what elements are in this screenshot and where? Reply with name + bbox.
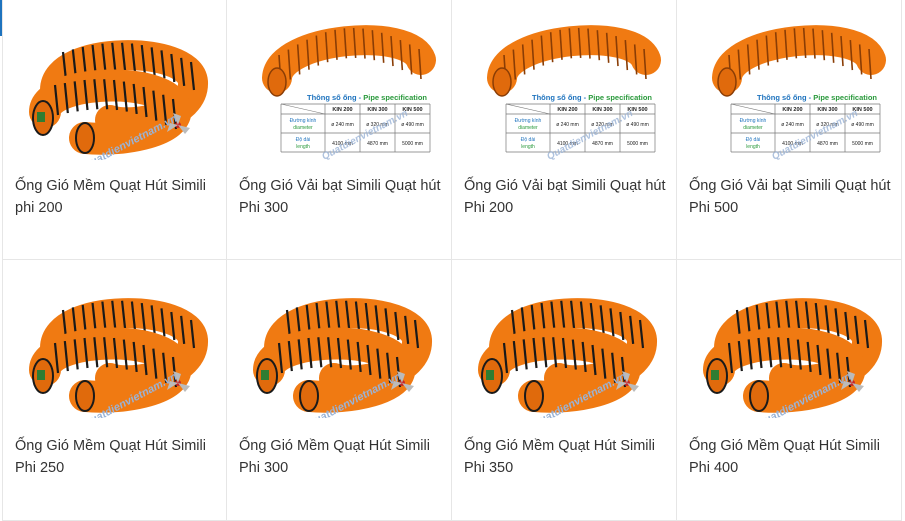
duct-illustration: [253, 298, 432, 413]
spec-title-vi: Thông số ống: [532, 93, 582, 102]
product-image[interactable]: Quatdienvietnam.vn: [239, 278, 439, 418]
product-card[interactable]: Thông số ống - Pipe specification KIN 200…: [677, 0, 902, 260]
product-card[interactable]: Quatdienvietnam.vn Ống Gió Mềm Quạt Hút S…: [677, 260, 902, 521]
spec-cell: ø 240 mm: [331, 122, 354, 128]
spec-title-en: Pipe specification: [363, 93, 427, 102]
spec-cell: 5000 mm: [852, 141, 873, 147]
spec-header: KIN 200: [332, 107, 352, 113]
spec-row-label-en: length: [521, 144, 535, 150]
duct-illustration: [487, 25, 661, 97]
product-name-link[interactable]: Ống Gió Vải bạt Simili Quạt hút Phi 200: [464, 175, 669, 219]
svg-text:Thông số ống - Pipe specificat: Thông số ống - Pipe specification: [307, 93, 427, 102]
product-card[interactable]: Quatdienvietnam.vn Ống Gió Mềm Quạt Hút S…: [2, 0, 227, 260]
spec-header: KIN 300: [592, 107, 612, 113]
product-name-link[interactable]: Ống Gió Mềm Quạt Hút Simili Phi 350: [464, 435, 669, 479]
product-image[interactable]: Thông số ống - Pipe specification KIN 200…: [689, 20, 889, 160]
product-name-link[interactable]: Ống Gió Mềm Quạt Hút Simili phi 200: [15, 175, 220, 219]
spec-cell: 5000 mm: [402, 141, 423, 147]
spec-row-label-vi: Độ dài: [746, 137, 760, 143]
product-card[interactable]: Thông số ống - Pipe specification KIN 200…: [452, 0, 677, 260]
duct-illustration: [29, 40, 208, 155]
spec-title-en: Pipe specification: [588, 93, 652, 102]
spec-header: KIN 300: [367, 107, 387, 113]
spec-cell: ø 490 mm: [626, 122, 649, 128]
duct-illustration: [262, 25, 436, 97]
product-name-link[interactable]: Ống Gió Vải bạt Simili Quạt hút Phi 300: [239, 175, 444, 219]
product-card[interactable]: Quatdienvietnam.vn Ống Gió Mềm Quạt Hút S…: [452, 260, 677, 521]
product-image[interactable]: Thông số ống - Pipe specification KIN 200…: [464, 20, 664, 160]
spec-row-label-en: diameter: [743, 125, 763, 131]
product-card[interactable]: Quatdienvietnam.vn Ống Gió Mềm Quạt Hút S…: [2, 260, 227, 521]
spec-row-label-vi: Đường kính: [740, 118, 767, 124]
spec-cell: 5000 mm: [627, 141, 648, 147]
spec-cell: ø 490 mm: [401, 122, 424, 128]
product-image[interactable]: Quatdienvietnam.vn: [464, 278, 664, 418]
product-image[interactable]: Quatdienvietnam.vn: [15, 278, 215, 418]
spec-header: KIN 200: [557, 107, 577, 113]
spec-cell: ø 240 mm: [781, 122, 804, 128]
spec-row-label-en: diameter: [518, 125, 538, 131]
spec-title-vi: Thông số ống: [757, 93, 807, 102]
svg-text:Thông số ống - Pipe specificat: Thông số ống - Pipe specification: [757, 93, 877, 102]
product-card[interactable]: Thông số ống - Pipe specification KIN 200…: [227, 0, 452, 260]
spec-cell: 4870 mm: [367, 141, 388, 147]
spec-cell: ø 240 mm: [556, 122, 579, 128]
product-image[interactable]: Quatdienvietnam.vn: [15, 20, 215, 160]
spec-row-label-vi: Đường kính: [290, 118, 317, 124]
duct-illustration: [29, 298, 208, 413]
spec-header: KIN 200: [782, 107, 802, 113]
spec-header: KIN 300: [817, 107, 837, 113]
spec-cell: 4870 mm: [592, 141, 613, 147]
product-name-link[interactable]: Ống Gió Mềm Quạt Hút Simili Phi 250: [15, 435, 220, 479]
product-name-link[interactable]: Ống Gió Vải bạt Simili Quạt hút Phi 500: [689, 175, 894, 219]
spec-row-label-en: length: [296, 144, 310, 150]
duct-illustration: [703, 298, 882, 413]
spec-row-label-en: diameter: [293, 125, 313, 131]
spec-title-vi: Thông số ống: [307, 93, 357, 102]
product-grid: Quatdienvietnam.vn Ống Gió Mềm Quạt Hút S…: [2, 0, 902, 521]
product-name-link[interactable]: Ống Gió Mềm Quạt Hút Simili Phi 300: [239, 435, 444, 479]
spec-row-label-vi: Đường kính: [515, 118, 542, 124]
spec-row-label-vi: Độ dài: [296, 137, 310, 143]
product-name-link[interactable]: Ống Gió Mềm Quạt Hút Simili Phi 400: [689, 435, 894, 479]
product-card[interactable]: Quatdienvietnam.vn Ống Gió Mềm Quạt Hút S…: [227, 260, 452, 521]
spec-title-en: Pipe specification: [813, 93, 877, 102]
spec-cell: ø 490 mm: [851, 122, 874, 128]
spec-row-label-vi: Độ dài: [521, 137, 535, 143]
duct-illustration: [478, 298, 657, 413]
spec-row-label-en: length: [746, 144, 760, 150]
product-image[interactable]: Quatdienvietnam.vn: [689, 278, 889, 418]
spec-cell: 4870 mm: [817, 141, 838, 147]
svg-text:Thông số ống - Pipe specificat: Thông số ống - Pipe specification: [532, 93, 652, 102]
duct-illustration: [712, 25, 886, 97]
product-image[interactable]: Thông số ống - Pipe specification KIN 200…: [239, 20, 439, 160]
